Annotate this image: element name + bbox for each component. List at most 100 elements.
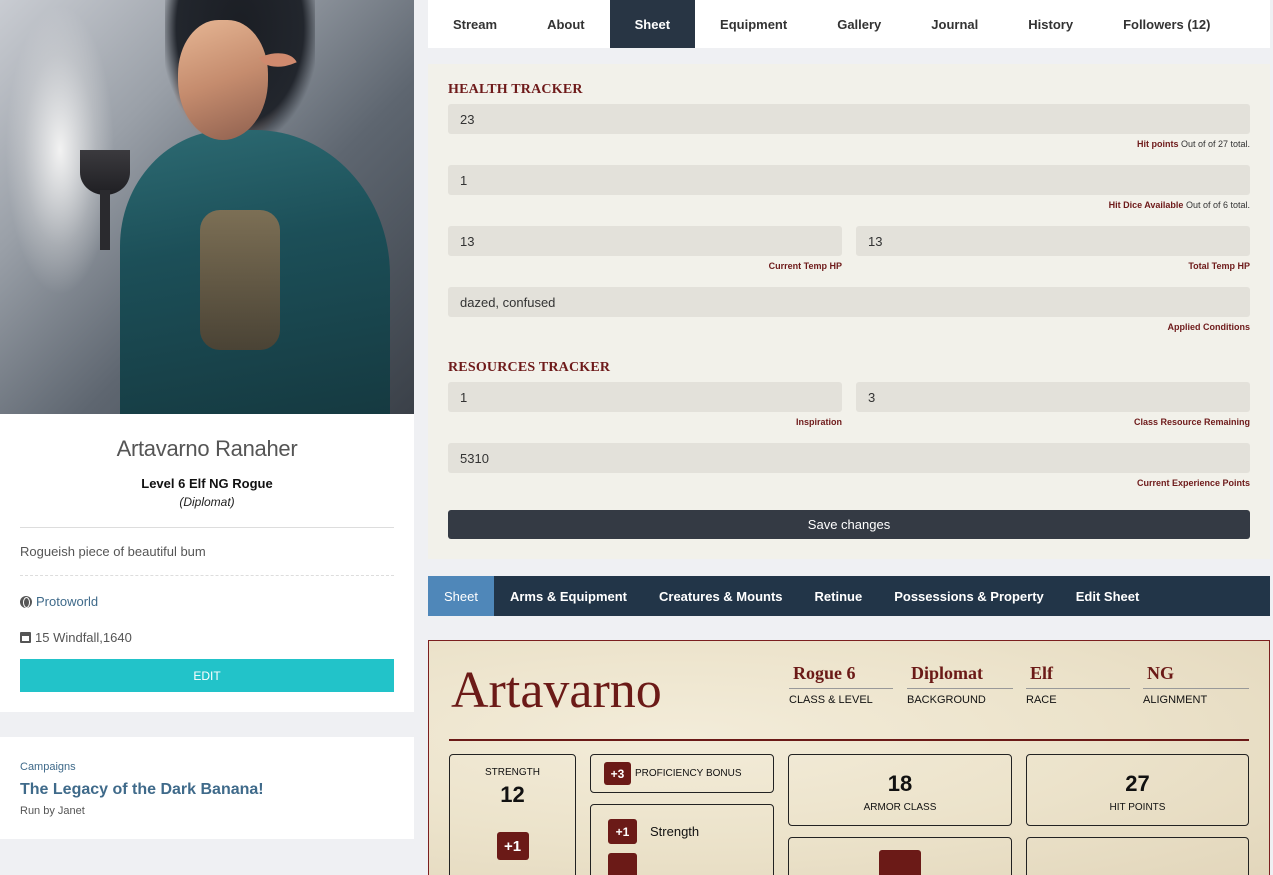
- background-cell: Diplomat BACKGROUND: [907, 663, 1013, 706]
- hit-dice-input[interactable]: 1: [448, 165, 1250, 195]
- health-tracker-title: HEALTH TRACKER: [448, 82, 583, 97]
- portrait-goblet-stem: [100, 190, 110, 250]
- current-temp-hp-input[interactable]: 13: [448, 226, 842, 256]
- tab-journal[interactable]: Journal: [906, 0, 1003, 48]
- character-portrait[interactable]: [0, 0, 414, 414]
- class-level-cell: Rogue 6 CLASS & LEVEL: [789, 663, 893, 706]
- alignment-cell: NG ALIGNMENT: [1143, 663, 1249, 706]
- subtab-arms-equipment[interactable]: Arms & Equipment: [494, 576, 643, 616]
- strength-box: STRENGTH 12 +1: [449, 754, 576, 875]
- world-row: Protoworld: [20, 594, 394, 609]
- background-value: Diplomat: [907, 663, 1013, 689]
- subtab-possessions-property[interactable]: Possessions & Property: [878, 576, 1060, 616]
- portrait-goblet: [80, 150, 130, 195]
- resources-tracker-title: RESOURCES TRACKER: [448, 360, 611, 375]
- hit-dice-hint: Hit Dice Available Out of of 6 total.: [448, 200, 1250, 213]
- conditions-label: Applied Conditions: [1167, 322, 1251, 332]
- dexterity-save-modifier: [608, 853, 637, 875]
- tab-followers[interactable]: Followers (12): [1098, 0, 1235, 48]
- campaign-card: Campaigns The Legacy of the Dark Banana!…: [0, 737, 414, 839]
- character-subtitle: Level 6 Elf NG Rogue: [141, 476, 273, 491]
- armor-class-label: ARMOR CLASS: [863, 802, 937, 813]
- initiative-box: [788, 837, 1012, 875]
- armor-class-value: 18: [887, 771, 913, 796]
- tab-equipment[interactable]: Equipment: [695, 0, 812, 48]
- sheet-subnav: Sheet Arms & Equipment Creatures & Mount…: [428, 576, 1270, 616]
- date-row: 15 Windfall,1640: [20, 630, 394, 645]
- world-link[interactable]: Protoworld: [36, 594, 98, 609]
- hit-points-hint-label: Hit points: [1136, 139, 1179, 149]
- proficiency-bonus-value: +3: [604, 762, 631, 785]
- current-temp-hp-label: Current Temp HP: [768, 261, 842, 271]
- portrait-armor: [200, 210, 280, 350]
- profile-tabs: Stream About Sheet Equipment Gallery Jou…: [428, 0, 1270, 48]
- portrait-face: [178, 20, 268, 140]
- save-changes-button[interactable]: Save changes: [448, 510, 1250, 539]
- experience-input[interactable]: 5310: [448, 443, 1250, 473]
- globe-icon: [20, 595, 32, 608]
- strength-modifier: +1: [496, 832, 529, 860]
- hit-points-hint: Hit points Out of of 27 total.: [448, 139, 1250, 152]
- sheet-header-rule: [449, 739, 1249, 741]
- subtab-retinue[interactable]: Retinue: [799, 576, 879, 616]
- tab-history[interactable]: History: [1003, 0, 1098, 48]
- subtab-edit-sheet[interactable]: Edit Sheet: [1060, 576, 1156, 616]
- main-column: Stream About Sheet Equipment Gallery Jou…: [428, 0, 1270, 875]
- calendar-icon: [20, 632, 31, 643]
- tab-gallery[interactable]: Gallery: [812, 0, 906, 48]
- profile-card: Artavarno Ranaher Level 6 Elf NG Rogue (…: [0, 414, 414, 712]
- alignment-value: NG: [1143, 663, 1249, 689]
- hit-dice-hint-rest: Out of of 6 total.: [1183, 200, 1250, 210]
- character-name: Artavarno Ranaher: [116, 436, 298, 461]
- hit-points-value: 27: [1125, 771, 1150, 796]
- divider: [20, 575, 394, 576]
- conditions-input[interactable]: dazed, confused: [448, 287, 1250, 317]
- race-value: Elf: [1026, 663, 1130, 689]
- initiative-modifier: [879, 850, 921, 875]
- strength-save-modifier: +1: [608, 819, 637, 844]
- background-label: BACKGROUND: [907, 694, 986, 706]
- class-resource-input[interactable]: 3: [856, 382, 1250, 412]
- strength-save-label: Strength: [650, 824, 700, 839]
- saving-throws-box: +1 Strength: [590, 804, 774, 875]
- inspiration-label: Inspiration: [795, 417, 842, 427]
- class-level-label: CLASS & LEVEL: [789, 694, 873, 706]
- edit-button[interactable]: EDIT: [20, 659, 394, 692]
- character-bio: Rogueish piece of beautiful bum: [20, 544, 206, 559]
- experience-label: Current Experience Points: [1136, 478, 1250, 488]
- hit-points-input[interactable]: 23: [448, 104, 1250, 134]
- hit-dice-hint-label: Hit Dice Available: [1108, 200, 1184, 210]
- character-sheet: Artavarno Rogue 6 CLASS & LEVEL Diplomat…: [428, 640, 1270, 875]
- total-temp-hp-input[interactable]: 13: [856, 226, 1250, 256]
- race-cell: Elf RACE: [1026, 663, 1130, 706]
- strength-score: 12: [500, 782, 525, 807]
- tab-about[interactable]: About: [522, 0, 610, 48]
- tracker-panel: HEALTH TRACKER 23 Hit points Out of of 2…: [428, 64, 1270, 559]
- campaign-title-link[interactable]: The Legacy of the Dark Banana!: [20, 781, 394, 799]
- armor-class-box: 18 ARMOR CLASS: [788, 754, 1012, 826]
- hit-points-hint-rest: Out of of 27 total.: [1178, 139, 1250, 149]
- total-temp-hp-label: Total Temp HP: [1188, 261, 1250, 271]
- tab-stream[interactable]: Stream: [428, 0, 522, 48]
- tab-sheet[interactable]: Sheet: [609, 0, 696, 48]
- divider: [20, 527, 394, 528]
- date-text: 15 Windfall,1640: [35, 630, 132, 645]
- proficiency-bonus-label: PROFICIENCY BONUS: [635, 768, 742, 779]
- subtab-creatures-mounts[interactable]: Creatures & Mounts: [643, 576, 799, 616]
- proficiency-bonus-box: +3 PROFICIENCY BONUS: [590, 754, 774, 793]
- class-resource-label: Class Resource Remaining: [1133, 417, 1250, 427]
- hit-points-label: HIT POINTS: [1109, 802, 1166, 813]
- alignment-label: ALIGNMENT: [1143, 694, 1208, 706]
- profile-column: Artavarno Ranaher Level 6 Elf NG Rogue (…: [0, 0, 414, 839]
- sheet-character-name: Artavarno: [451, 662, 662, 719]
- subtab-sheet[interactable]: Sheet: [428, 576, 494, 616]
- strength-label: STRENGTH: [485, 767, 540, 778]
- inspiration-input[interactable]: 1: [448, 382, 842, 412]
- campaigns-label: Campaigns: [20, 761, 76, 773]
- race-label: RACE: [1026, 694, 1057, 706]
- character-archetype: (Diplomat): [179, 495, 235, 509]
- speed-box: [1026, 837, 1249, 875]
- campaign-run-by: Run by Janet: [20, 805, 85, 817]
- hit-points-box: 27 HIT POINTS: [1026, 754, 1249, 826]
- class-level-value: Rogue 6: [789, 663, 893, 689]
